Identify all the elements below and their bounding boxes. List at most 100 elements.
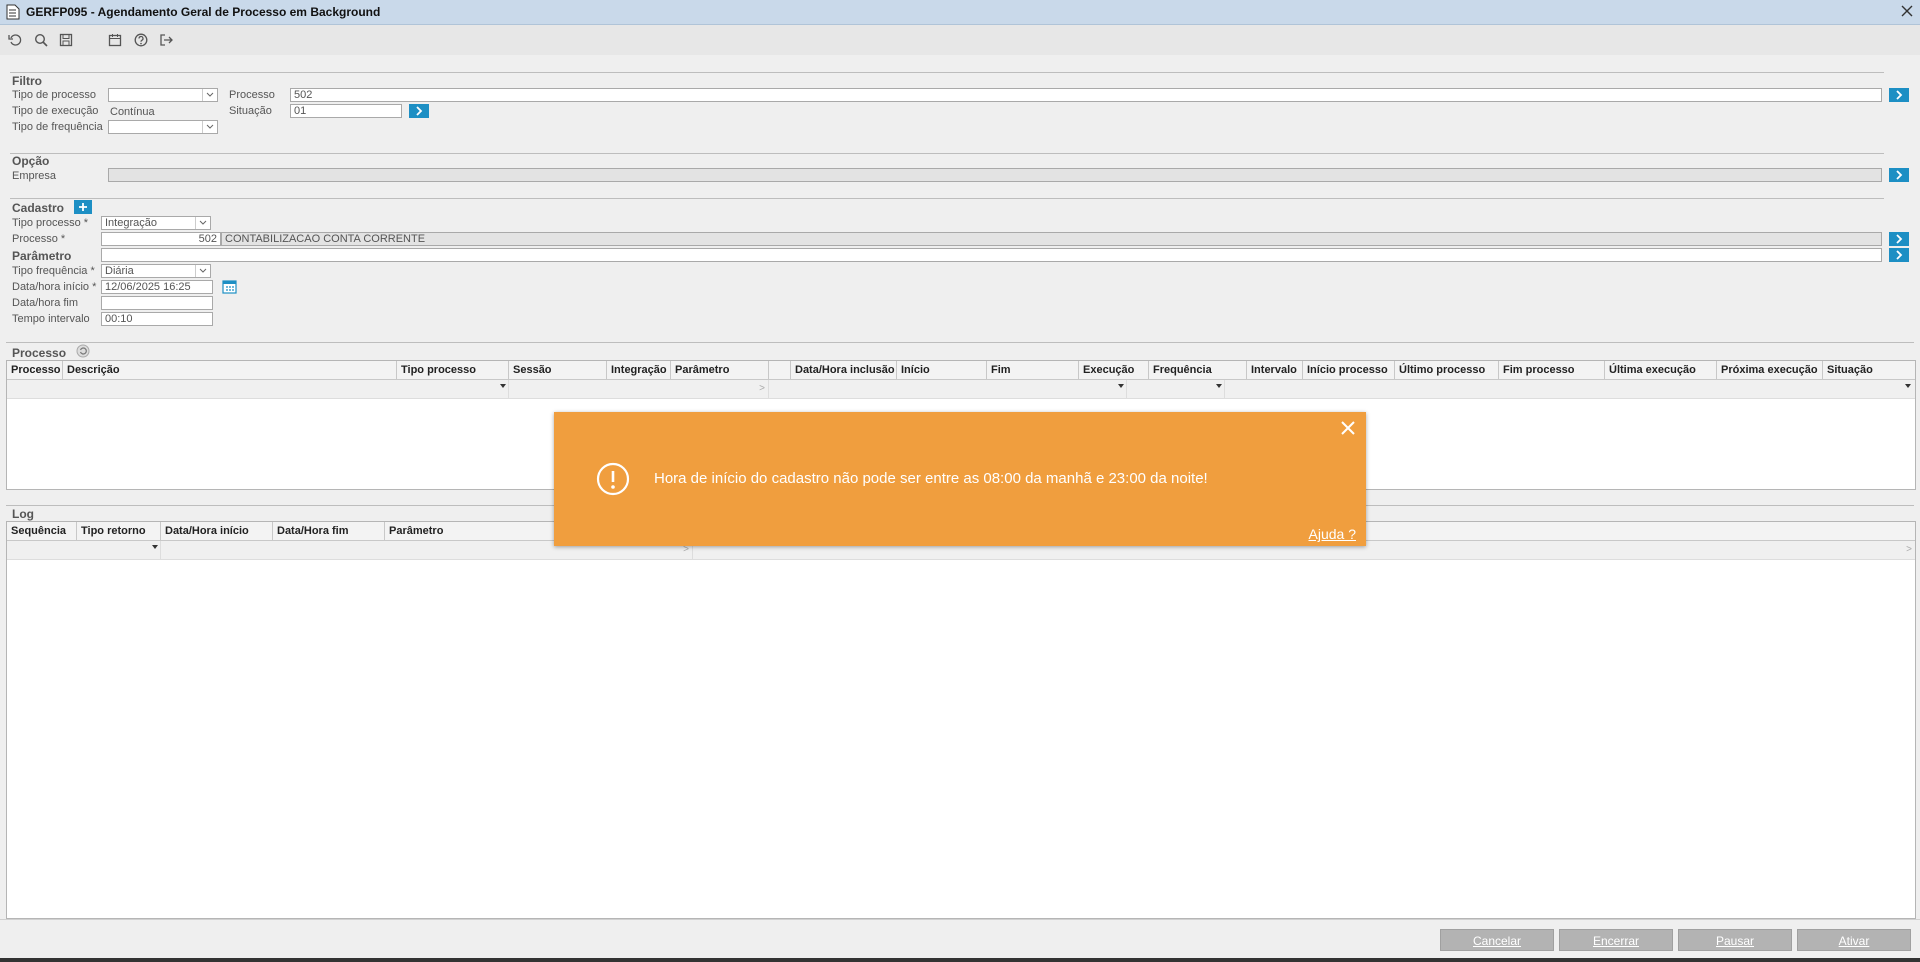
filtro-title: Filtro bbox=[12, 74, 42, 88]
filtro-tipo-execucao-label: Tipo de execução bbox=[12, 105, 99, 117]
col-parametro[interactable]: Parâmetro bbox=[671, 361, 769, 379]
filter-cell-parametro[interactable]: > bbox=[509, 380, 769, 398]
chevron-down-icon bbox=[202, 121, 217, 133]
log-grid-title: Log bbox=[12, 507, 34, 521]
cadastro-processo-go-button[interactable] bbox=[1889, 232, 1909, 246]
opcao-empresa-go-button[interactable] bbox=[1889, 168, 1909, 182]
filter-cell-situacao[interactable] bbox=[1225, 380, 1913, 398]
col-processo[interactable]: Processo bbox=[7, 361, 63, 379]
col-tipo-retorno[interactable]: Tipo retorno bbox=[77, 522, 161, 540]
save-icon[interactable] bbox=[57, 31, 75, 49]
col-tipo-processo[interactable]: Tipo processo bbox=[397, 361, 509, 379]
col-sequencia[interactable]: Sequência bbox=[7, 522, 77, 540]
toast-help-link[interactable]: Ajuda ? bbox=[1309, 526, 1356, 542]
pausar-button[interactable]: Pausar bbox=[1678, 929, 1792, 951]
processo-grid-title: Processo bbox=[12, 346, 67, 360]
cadastro-tipo-frequencia-label: Tipo frequência * bbox=[12, 265, 95, 277]
cancelar-button[interactable]: Cancelar bbox=[1440, 929, 1554, 951]
opcao-empresa-input[interactable] bbox=[108, 168, 1882, 182]
toast-close-button[interactable] bbox=[1340, 420, 1356, 439]
col-integracao[interactable]: Integração bbox=[607, 361, 671, 379]
cadastro-parametro-input[interactable] bbox=[101, 248, 1882, 262]
cadastro-tipo-frequencia-select[interactable]: Diária bbox=[101, 264, 211, 278]
filter-cell-tipo-processo[interactable] bbox=[7, 380, 509, 398]
chevron-right-icon: > bbox=[1906, 544, 1912, 555]
filtro-situacao-go-button[interactable] bbox=[409, 104, 429, 118]
col-frequencia[interactable]: Frequência bbox=[1149, 361, 1247, 379]
col-data-hora-inicio[interactable]: Data/Hora início bbox=[161, 522, 273, 540]
ativar-button[interactable]: Ativar bbox=[1797, 929, 1911, 951]
encerrar-button[interactable]: Encerrar bbox=[1559, 929, 1673, 951]
cadastro-title: Cadastro bbox=[12, 201, 65, 215]
close-window-button[interactable] bbox=[1900, 4, 1914, 21]
filtro-situacao-label: Situação bbox=[229, 105, 272, 117]
col-ultimo-processo[interactable]: Último processo bbox=[1395, 361, 1499, 379]
chevron-down-icon bbox=[195, 217, 210, 229]
dropdown-arrow-icon bbox=[152, 545, 158, 549]
col-situacao[interactable]: Situação bbox=[1823, 361, 1913, 379]
col-sessao[interactable]: Sessão bbox=[509, 361, 607, 379]
col-intervalo[interactable]: Intervalo bbox=[1247, 361, 1303, 379]
opcao-title: Opção bbox=[12, 154, 50, 168]
search-icon[interactable] bbox=[32, 31, 50, 49]
cadastro-data-fim-input[interactable] bbox=[101, 296, 213, 310]
chevron-right-icon bbox=[1896, 234, 1903, 244]
cadastro-tipo-processo-label: Tipo processo * bbox=[12, 217, 89, 229]
cadastro-tipo-processo-select[interactable]: Integração bbox=[101, 216, 211, 230]
chevron-down-icon bbox=[195, 265, 210, 277]
col-inicio[interactable]: Início bbox=[897, 361, 987, 379]
chevron-right-icon bbox=[1896, 90, 1903, 100]
exit-icon[interactable] bbox=[157, 31, 175, 49]
cadastro-parametro-label: Parâmetro bbox=[12, 249, 72, 263]
processo-divider bbox=[6, 342, 1914, 343]
filtro-tipo-frequencia-label: Tipo de frequência bbox=[12, 121, 103, 133]
bottom-edge bbox=[0, 958, 1920, 962]
filtro-situacao-input[interactable]: 01 bbox=[290, 104, 402, 118]
document-icon bbox=[6, 4, 20, 23]
cadastro-processo-code-input[interactable]: 502 bbox=[101, 232, 221, 246]
filtro-tipo-processo-select[interactable] bbox=[108, 88, 218, 102]
calendar-icon[interactable] bbox=[106, 31, 124, 49]
col-ultima-execucao[interactable]: Última execução bbox=[1605, 361, 1717, 379]
filter-cell-frequencia[interactable] bbox=[1127, 380, 1225, 398]
cadastro-divider bbox=[10, 198, 1884, 199]
filtro-tipo-execucao-value: Contínua bbox=[110, 106, 155, 118]
dropdown-arrow-icon bbox=[1905, 384, 1911, 388]
chevron-down-icon bbox=[202, 89, 217, 101]
cadastro-processo-label: Processo * bbox=[12, 233, 66, 245]
col-fim-processo[interactable]: Fim processo bbox=[1499, 361, 1605, 379]
cadastro-parametro-go-button[interactable] bbox=[1889, 248, 1909, 262]
filter-cell-tipo-retorno[interactable] bbox=[7, 541, 161, 559]
opcao-divider bbox=[10, 153, 1884, 154]
col-execucao[interactable]: Execução bbox=[1079, 361, 1149, 379]
filtro-processo-input[interactable]: 502 bbox=[290, 88, 1882, 102]
help-icon[interactable] bbox=[132, 31, 150, 49]
col-descricao[interactable]: Descrição bbox=[63, 361, 397, 379]
filter-cell-execucao[interactable] bbox=[769, 380, 1127, 398]
refresh-grid-icon[interactable] bbox=[76, 344, 90, 361]
cadastro-tempo-intervalo-input[interactable]: 00:10 bbox=[101, 312, 213, 326]
col-data-hora-inclusao[interactable]: Data/Hora inclusão bbox=[791, 361, 897, 379]
chevron-right-icon: > bbox=[759, 383, 765, 394]
cadastro-data-inicio-label: Data/hora início * bbox=[12, 281, 97, 293]
cadastro-processo-desc: CONTABILIZACAO CONTA CORRENTE bbox=[221, 232, 1882, 246]
calendar-picker-icon[interactable] bbox=[222, 279, 237, 297]
add-cadastro-button[interactable] bbox=[74, 200, 92, 214]
col-inicio-processo[interactable]: Início processo bbox=[1303, 361, 1395, 379]
processo-grid-header: Processo Descrição Tipo processo Sessão … bbox=[7, 361, 1915, 380]
title-bar: GERFP095 - Agendamento Geral de Processo… bbox=[0, 0, 1920, 25]
warning-icon bbox=[596, 462, 630, 499]
refresh-icon[interactable] bbox=[6, 31, 24, 49]
cadastro-tipo-processo-value: Integração bbox=[105, 217, 157, 229]
dropdown-arrow-icon bbox=[1216, 384, 1222, 388]
processo-grid-filter-row: > bbox=[7, 380, 1915, 399]
col-blank[interactable] bbox=[769, 361, 791, 379]
filtro-tipo-frequencia-select[interactable] bbox=[108, 120, 218, 134]
cadastro-data-fim-label: Data/hora fim bbox=[12, 297, 79, 309]
toast-message: Hora de início do cadastro não pode ser … bbox=[654, 470, 1208, 487]
filtro-processo-go-button[interactable] bbox=[1889, 88, 1909, 102]
col-fim[interactable]: Fim bbox=[987, 361, 1079, 379]
col-proxima-execucao[interactable]: Próxima execução bbox=[1717, 361, 1823, 379]
cadastro-data-inicio-input[interactable]: 12/06/2025 16:25 bbox=[101, 280, 213, 294]
col-data-hora-fim[interactable]: Data/Hora fim bbox=[273, 522, 385, 540]
